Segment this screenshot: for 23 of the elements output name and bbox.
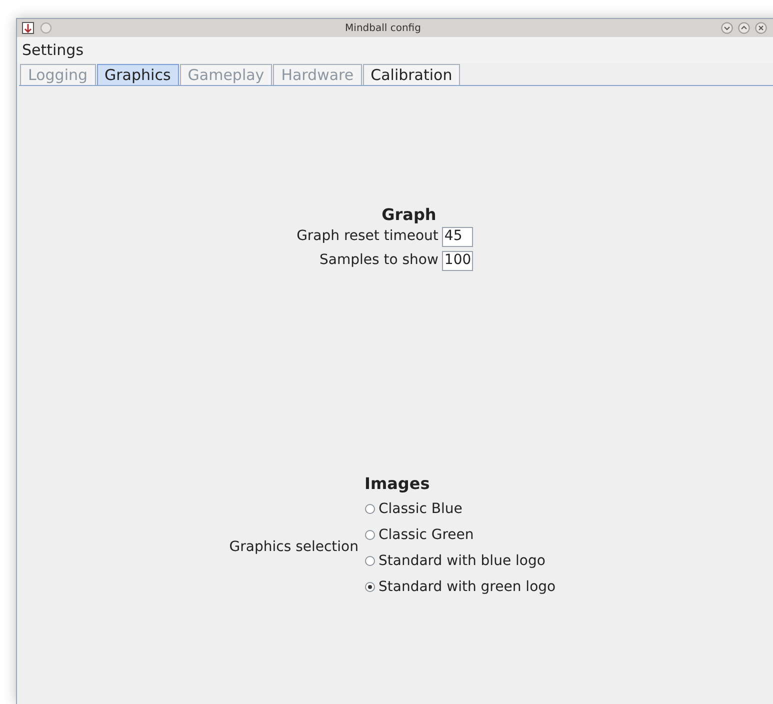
close-icon[interactable] bbox=[755, 22, 767, 34]
radio-option[interactable]: Classic Green bbox=[364, 522, 594, 548]
radio-option[interactable]: Classic Blue bbox=[364, 496, 594, 522]
tab[interactable]: Graphics bbox=[96, 64, 179, 85]
tab[interactable]: Calibration bbox=[362, 64, 460, 85]
menu-item[interactable]: Settings bbox=[20, 38, 86, 62]
maximize-icon[interactable] bbox=[738, 22, 750, 34]
input-field[interactable]: 45 bbox=[442, 226, 474, 246]
radio-option[interactable]: Standard with blue logo bbox=[364, 548, 594, 574]
field-label: Graphics selection bbox=[228, 538, 358, 556]
input-field[interactable]: 100 bbox=[442, 250, 474, 270]
section-heading: Graph bbox=[382, 205, 436, 225]
field-label: Graph reset timeout bbox=[296, 227, 438, 246]
radio-button[interactable] bbox=[364, 530, 374, 540]
radio-button[interactable] bbox=[364, 504, 374, 514]
radio-option[interactable]: Standard with green logo bbox=[364, 574, 594, 600]
field-label: Samples to show bbox=[318, 251, 438, 270]
radio-button[interactable] bbox=[364, 582, 374, 592]
minimize-icon[interactable] bbox=[721, 22, 733, 34]
section-heading: Images bbox=[364, 474, 431, 494]
window-title: Mindball config bbox=[344, 22, 422, 36]
app-icon[interactable] bbox=[22, 22, 34, 34]
radio-button[interactable] bbox=[364, 556, 374, 566]
